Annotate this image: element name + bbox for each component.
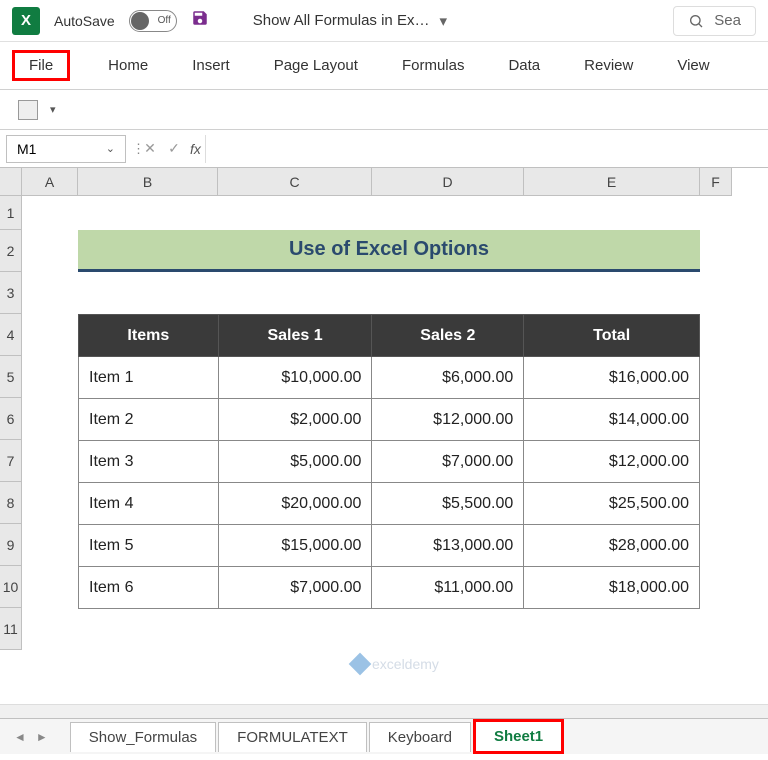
tab-home[interactable]: Home — [102, 53, 154, 78]
th-items[interactable]: Items — [79, 315, 219, 357]
tab-insert[interactable]: Insert — [186, 53, 236, 78]
table-row: Item 6$7,000.00$11,000.00$18,000.00 — [79, 567, 700, 609]
sheet-tab[interactable]: Show_Formulas — [70, 722, 216, 752]
row-header[interactable]: 7 — [0, 440, 22, 482]
search-icon — [688, 13, 704, 29]
col-header-b[interactable]: B — [78, 168, 218, 196]
row-header[interactable]: 6 — [0, 398, 22, 440]
row-header[interactable]: 2 — [0, 230, 22, 272]
table-row: Item 5$15,000.00$13,000.00$28,000.00 — [79, 525, 700, 567]
row-header[interactable]: 11 — [0, 608, 22, 650]
quick-access-row: ▾ — [0, 90, 768, 130]
name-box[interactable]: M1 ⌄ — [6, 135, 126, 163]
chevron-down-icon[interactable]: ⌄ — [106, 142, 115, 155]
th-sales2[interactable]: Sales 2 — [372, 315, 524, 357]
table-row: Item 4$20,000.00$5,500.00$25,500.00 — [79, 483, 700, 525]
toggle-knob-icon — [131, 12, 149, 30]
watermark: exceldemy — [352, 656, 439, 672]
chevron-right-icon[interactable]: ► — [36, 730, 48, 744]
excel-logo-icon: X — [12, 7, 40, 35]
row-header[interactable]: 1 — [0, 196, 22, 230]
sheet-title-cell[interactable]: Use of Excel Options — [78, 230, 700, 272]
data-table: Items Sales 1 Sales 2 Total Item 1$10,00… — [78, 314, 700, 609]
save-icon[interactable] — [191, 9, 209, 32]
table-row: Item 2$2,000.00$12,000.00$14,000.00 — [79, 399, 700, 441]
sheet-tab[interactable]: Keyboard — [369, 722, 471, 752]
horizontal-scrollbar[interactable] — [0, 704, 768, 718]
tab-view[interactable]: View — [671, 53, 715, 78]
sheet-tab-active[interactable]: Sheet1 — [473, 719, 564, 754]
document-title[interactable]: Show All Formulas in Ex… ▾ — [253, 12, 447, 30]
tab-data[interactable]: Data — [502, 53, 546, 78]
row-header[interactable]: 9 — [0, 524, 22, 566]
grid-body[interactable]: Use of Excel Options Items Sales 1 Sales… — [22, 196, 768, 732]
fx-icon[interactable]: fx — [186, 141, 205, 157]
col-header-e[interactable]: E — [524, 168, 700, 196]
tab-nav: ◄ ► — [14, 730, 48, 744]
cancel-formula-icon[interactable]: ✕ — [138, 140, 162, 157]
sheet-tabs-bar: ◄ ► Show_Formulas FORMULATEXT Keyboard S… — [0, 718, 768, 754]
row-headers: 1 2 3 4 5 6 7 8 9 10 11 — [0, 196, 22, 732]
tab-file[interactable]: File — [12, 50, 70, 81]
col-header-f[interactable]: F — [700, 168, 732, 196]
table-row: Item 1$10,000.00$6,000.00$16,000.00 — [79, 357, 700, 399]
row-header[interactable]: 3 — [0, 272, 22, 314]
ribbon-tabs: File Home Insert Page Layout Formulas Da… — [0, 42, 768, 90]
confirm-formula-icon[interactable]: ✓ — [162, 140, 186, 157]
titlebar: X AutoSave Off Show All Formulas in Ex… … — [0, 0, 768, 42]
th-total[interactable]: Total — [524, 315, 700, 357]
search-input[interactable]: Sea — [673, 6, 756, 36]
col-header-a[interactable]: A — [22, 168, 78, 196]
row-header[interactable]: 5 — [0, 356, 22, 398]
formula-bar: M1 ⌄ ⋮ ✕ ✓ fx — [0, 130, 768, 168]
formula-input[interactable] — [205, 135, 768, 163]
sheet-tab[interactable]: FORMULATEXT — [218, 722, 367, 752]
autosave-label: AutoSave — [54, 13, 115, 29]
tab-formulas[interactable]: Formulas — [396, 53, 471, 78]
tab-page-layout[interactable]: Page Layout — [268, 53, 364, 78]
table-row: Item 3$5,000.00$7,000.00$12,000.00 — [79, 441, 700, 483]
autosave-state: Off — [158, 15, 171, 26]
sheet-area: 1 2 3 4 5 6 7 8 9 10 11 Use of Excel Opt… — [0, 196, 768, 732]
column-headers: A B C D E F — [22, 168, 732, 196]
clipboard-icon[interactable] — [18, 100, 38, 120]
row-header[interactable]: 8 — [0, 482, 22, 524]
chevron-left-icon[interactable]: ◄ — [14, 730, 26, 744]
chevron-down-icon[interactable]: ▾ — [50, 103, 56, 116]
th-sales1[interactable]: Sales 1 — [218, 315, 372, 357]
select-all-corner[interactable] — [0, 168, 22, 196]
autosave-toggle[interactable]: Off — [129, 10, 177, 32]
chevron-down-icon[interactable]: ▾ — [439, 12, 447, 30]
row-header[interactable]: 10 — [0, 566, 22, 608]
watermark-icon — [349, 653, 372, 676]
col-header-c[interactable]: C — [218, 168, 372, 196]
row-header[interactable]: 4 — [0, 314, 22, 356]
col-header-d[interactable]: D — [372, 168, 524, 196]
table-header-row: Items Sales 1 Sales 2 Total — [79, 315, 700, 357]
tab-review[interactable]: Review — [578, 53, 639, 78]
